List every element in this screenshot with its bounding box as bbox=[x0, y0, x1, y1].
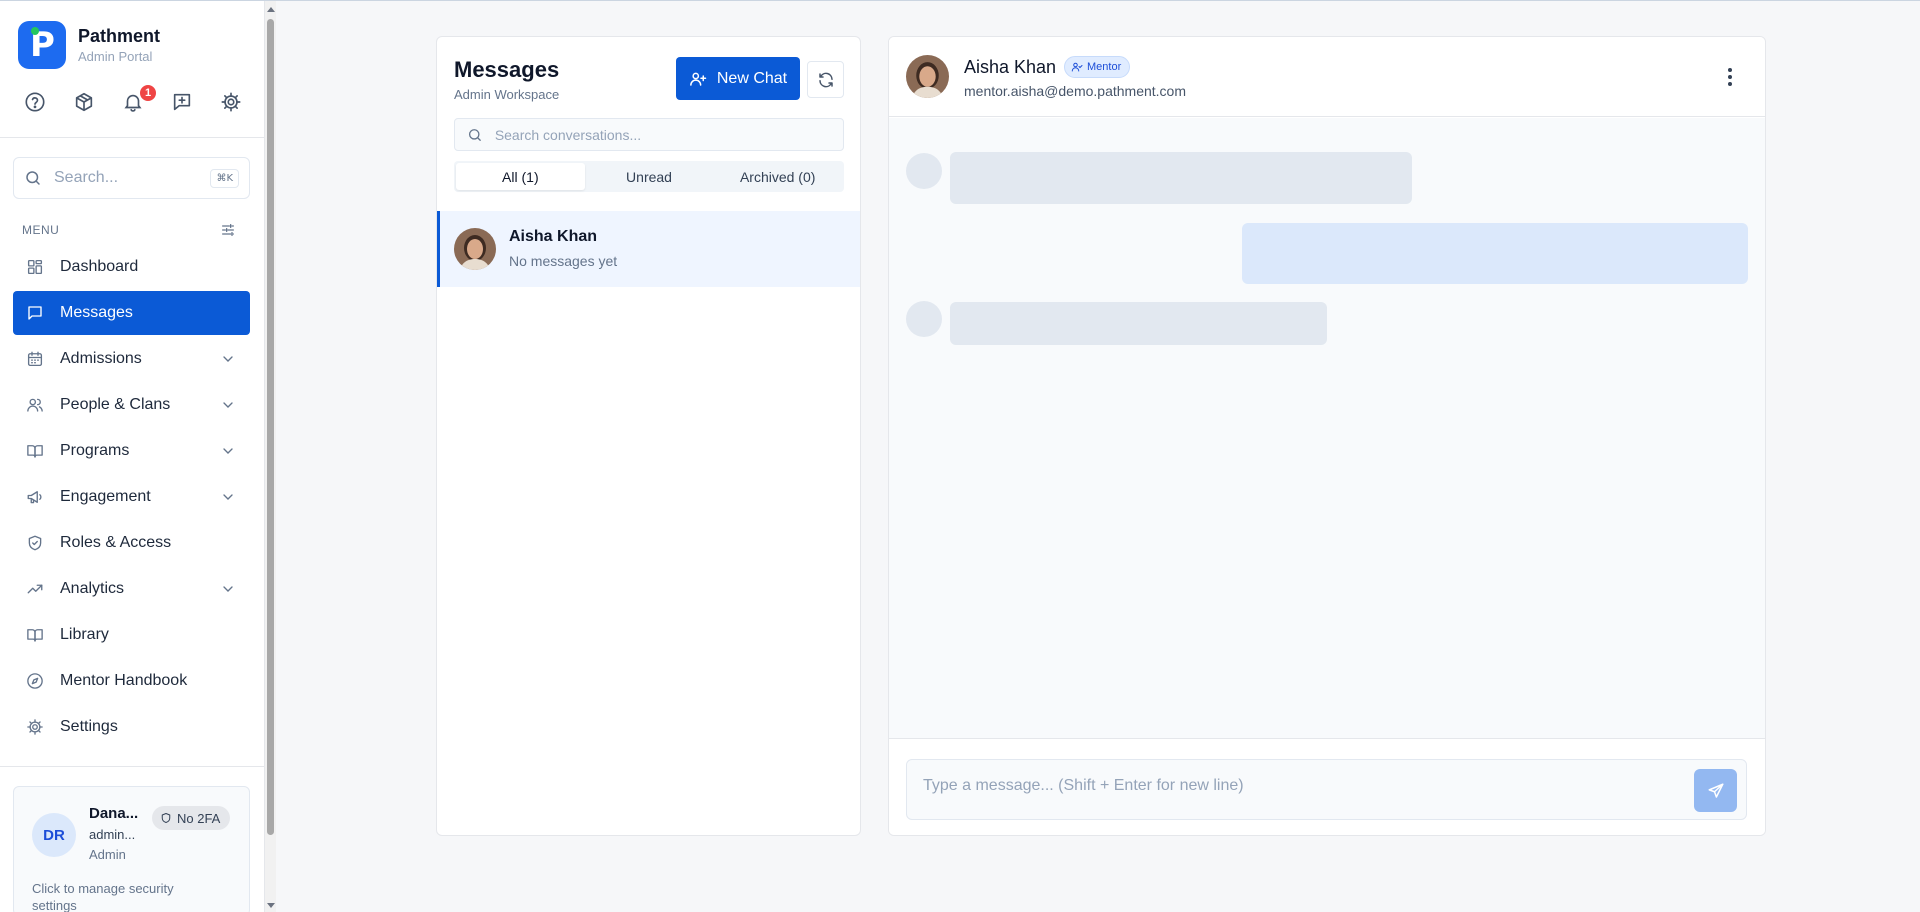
book-open-icon bbox=[27, 445, 43, 458]
message-composer bbox=[906, 759, 1747, 820]
avatar[interactable] bbox=[906, 55, 949, 98]
list-item[interactable]: Aisha Khan No messages yet bbox=[437, 211, 860, 287]
search-shortcut-hint: ⌘K bbox=[210, 168, 239, 188]
sidebar-item-programs[interactable]: Programs bbox=[13, 429, 250, 473]
conversations-panel: Messages Admin Workspace New Chat All (1… bbox=[436, 36, 861, 836]
chevron-down-icon bbox=[223, 402, 233, 408]
pathment-logo-icon: P bbox=[18, 21, 66, 69]
security-hint: Click to manage security settings bbox=[32, 881, 174, 912]
library-icon bbox=[27, 629, 43, 642]
user-plus-icon bbox=[690, 72, 707, 86]
shield-check-icon bbox=[28, 535, 42, 551]
help-circle-icon[interactable] bbox=[24, 91, 48, 115]
sidebar-search[interactable]: Search... ⌘K bbox=[13, 157, 250, 199]
user-email: admin... bbox=[89, 827, 136, 842]
chat-panel: Aisha Khan Mentor mentor.aisha@demo.path… bbox=[888, 36, 1766, 836]
skeleton-message bbox=[950, 152, 1412, 204]
chevron-down-icon bbox=[223, 448, 233, 454]
user-name: Dana... bbox=[89, 805, 139, 822]
sidebar-item-settings[interactable]: Settings bbox=[13, 705, 250, 749]
sidebar-item-roles-access[interactable]: Roles & Access bbox=[13, 521, 250, 565]
divider bbox=[0, 766, 264, 767]
user-check-icon bbox=[1071, 62, 1083, 72]
page-title: Messages bbox=[454, 57, 560, 82]
more-vertical-icon[interactable] bbox=[1721, 65, 1739, 89]
message-input[interactable] bbox=[923, 777, 1683, 803]
tab-all[interactable]: All (1) bbox=[456, 163, 585, 190]
contact-name: Aisha Khan bbox=[964, 57, 1057, 77]
workspace-subtitle: Admin Workspace bbox=[454, 87, 560, 102]
sidebar-item-dashboard[interactable]: Dashboard bbox=[13, 245, 250, 289]
sidebar-item-admissions[interactable]: Admissions bbox=[13, 337, 250, 381]
skeleton-avatar bbox=[906, 153, 942, 189]
conversation-preview: No messages yet bbox=[509, 253, 618, 269]
conversation-search bbox=[454, 118, 844, 151]
scroll-up-arrow[interactable] bbox=[267, 7, 275, 12]
composer-bar bbox=[889, 738, 1765, 835]
add-message-icon[interactable] bbox=[171, 91, 195, 115]
search-icon bbox=[468, 128, 481, 141]
user-role: Admin bbox=[89, 847, 126, 862]
status-badge: No 2FA bbox=[152, 806, 231, 830]
tab-archived[interactable]: Archived (0) bbox=[713, 163, 842, 190]
sidebar-item-analytics[interactable]: Analytics bbox=[13, 567, 250, 611]
main-nav: Dashboard Messages Admissions People & C… bbox=[13, 245, 250, 751]
shield-icon bbox=[161, 813, 171, 823]
skeleton-message bbox=[1242, 223, 1748, 284]
new-chat-button[interactable]: New Chat bbox=[676, 57, 800, 100]
package-icon[interactable] bbox=[73, 91, 97, 115]
status-badge: Mentor bbox=[1064, 56, 1131, 78]
sidebar: P Pathment Admin Portal 1 Search... ⌘K M… bbox=[0, 1, 265, 912]
users-icon bbox=[27, 398, 43, 412]
sidebar-scrollbar[interactable] bbox=[265, 1, 276, 912]
chevron-down-icon bbox=[223, 356, 233, 362]
skeleton-message bbox=[950, 302, 1327, 345]
refresh-button[interactable] bbox=[807, 61, 844, 98]
sidebar-item-messages[interactable]: Messages bbox=[13, 291, 250, 335]
menu-section-label: MENU bbox=[22, 223, 60, 237]
scroll-down-arrow[interactable] bbox=[267, 903, 275, 908]
sidebar-item-library[interactable]: Library bbox=[13, 613, 250, 657]
divider bbox=[0, 137, 264, 138]
avatar bbox=[454, 228, 496, 270]
brand-name: Pathment bbox=[78, 26, 161, 46]
avatar: DR bbox=[32, 813, 76, 857]
sliders-icon[interactable] bbox=[220, 222, 236, 238]
message-square-icon bbox=[28, 306, 42, 320]
notification-count-badge: 1 bbox=[138, 83, 158, 103]
gear-icon[interactable] bbox=[220, 91, 244, 115]
sidebar-item-mentor-handbook[interactable]: Mentor Handbook bbox=[13, 659, 250, 703]
brand[interactable]: P Pathment Admin Portal bbox=[18, 21, 160, 69]
search-icon bbox=[26, 171, 40, 185]
scrollbar-thumb[interactable] bbox=[267, 19, 274, 835]
message-thread bbox=[889, 118, 1765, 738]
sidebar-search-placeholder: Search... bbox=[54, 169, 119, 186]
dashboard-icon bbox=[27, 259, 43, 275]
megaphone-icon bbox=[27, 491, 42, 504]
send-icon bbox=[1708, 783, 1723, 798]
gear-icon bbox=[27, 719, 43, 735]
conversation-name: Aisha Khan bbox=[509, 228, 598, 245]
bell-icon[interactable]: 1 bbox=[122, 83, 158, 115]
quick-actions: 1 bbox=[24, 83, 244, 115]
refresh-icon bbox=[818, 72, 833, 87]
chevron-down-icon bbox=[223, 586, 233, 592]
send-button[interactable] bbox=[1694, 769, 1737, 812]
chevron-down-icon bbox=[223, 494, 233, 500]
user-security-card[interactable]: DR Dana... admin... Admin No 2FA Click t… bbox=[13, 786, 250, 912]
window-top-border bbox=[0, 0, 1920, 1]
brand-subtitle: Admin Portal bbox=[78, 49, 153, 64]
contact-email: mentor.aisha@demo.pathment.com bbox=[964, 83, 1186, 99]
tab-unread[interactable]: Unread bbox=[585, 163, 714, 190]
sidebar-item-engagement[interactable]: Engagement bbox=[13, 475, 250, 519]
chat-header: Aisha Khan Mentor mentor.aisha@demo.path… bbox=[889, 37, 1765, 117]
conversation-tabs: All (1) Unread Archived (0) bbox=[454, 161, 844, 192]
search-input[interactable] bbox=[494, 126, 831, 143]
compass-icon bbox=[27, 673, 43, 689]
sidebar-item-people-clans[interactable]: People & Clans bbox=[13, 383, 250, 427]
calendar-icon bbox=[27, 351, 43, 367]
trending-up-icon bbox=[27, 584, 43, 594]
skeleton-avatar bbox=[906, 301, 942, 337]
